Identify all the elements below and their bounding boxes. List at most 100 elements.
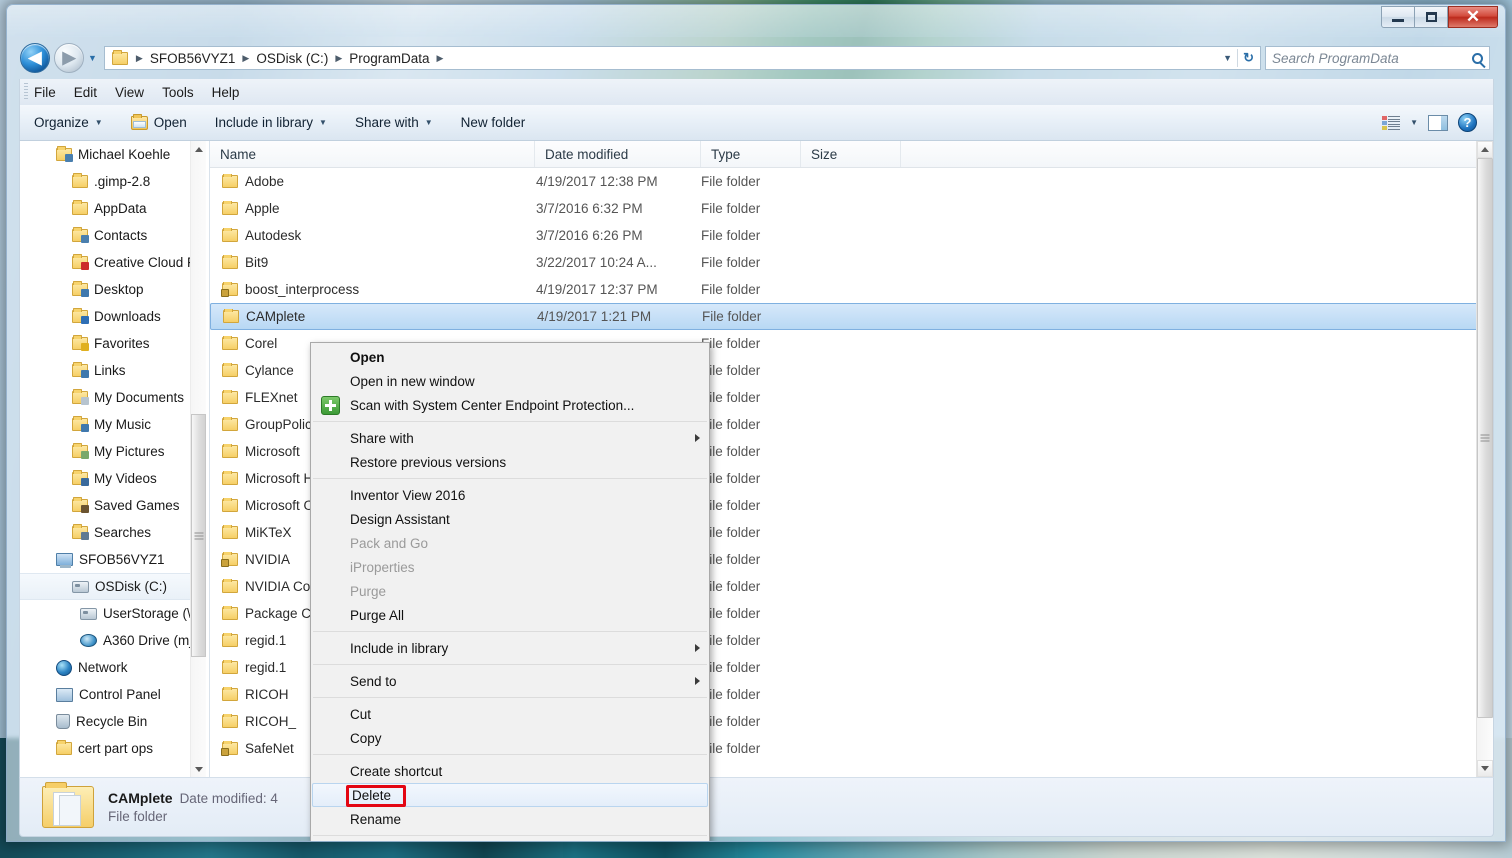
sidebar-item-osdisk-c[interactable]: OSDisk (C:) bbox=[20, 573, 206, 600]
file-type-cell: File folder bbox=[701, 336, 761, 351]
menu-tools[interactable]: Tools bbox=[162, 85, 194, 100]
sidebar-item-saved-games[interactable]: Saved Games bbox=[20, 492, 206, 519]
menu-item-label: Send to bbox=[350, 673, 397, 689]
file-type-cell: File folder bbox=[701, 498, 761, 513]
column-header-type[interactable]: Type bbox=[701, 141, 801, 167]
menu-item-share-with[interactable]: Share with bbox=[311, 426, 709, 450]
file-type-cell: File folder bbox=[701, 471, 761, 486]
table-row[interactable]: CAMplete 4/19/2017 1:21 PM File folder bbox=[210, 303, 1493, 330]
menu-item-send-to[interactable]: Send to bbox=[311, 669, 709, 693]
search-input[interactable]: Search ProgramData bbox=[1265, 46, 1490, 70]
minimize-button[interactable] bbox=[1381, 6, 1415, 28]
sidebar-item-downloads[interactable]: Downloads bbox=[20, 303, 206, 330]
navigation-scrollbar[interactable] bbox=[190, 141, 206, 777]
menu-item-rename[interactable]: Rename bbox=[311, 807, 709, 831]
sidebar-item-appdata[interactable]: AppData bbox=[20, 195, 206, 222]
breadcrumb-item-computer[interactable]: SFOB56VYZ1 bbox=[147, 51, 239, 66]
menu-item-open[interactable]: Open bbox=[311, 345, 709, 369]
recent-locations-caret-icon[interactable]: ▼ bbox=[88, 53, 97, 63]
sidebar-item-userstorage-s[interactable]: UserStorage (\\S bbox=[20, 600, 206, 627]
sidebar-item-contacts[interactable]: Contacts bbox=[20, 222, 206, 249]
file-type-cell: File folder bbox=[701, 741, 761, 756]
sidebar-item-cert-part-ops[interactable]: cert part ops bbox=[20, 735, 206, 762]
nav-scrollbar-thumb[interactable] bbox=[191, 414, 206, 657]
menu-separator bbox=[313, 664, 707, 665]
creative-cloud-folder-icon bbox=[72, 254, 89, 270]
menu-help[interactable]: Help bbox=[212, 85, 240, 100]
address-dropdown-icon[interactable]: ▼ bbox=[1223, 53, 1232, 63]
sidebar-item-a360-drive-mjk[interactable]: A360 Drive (mjk bbox=[20, 627, 206, 654]
scroll-down-icon[interactable] bbox=[1477, 760, 1493, 777]
forward-button[interactable]: ▶ bbox=[54, 43, 84, 73]
sidebar-item-label: AppData bbox=[94, 201, 147, 216]
sidebar-item-control-panel[interactable]: Control Panel bbox=[20, 681, 206, 708]
details-date-modified: Date modified: 4 bbox=[179, 791, 278, 806]
sidebar-item-my-music[interactable]: My Music bbox=[20, 411, 206, 438]
menu-item-pack-and-go: Pack and Go bbox=[311, 531, 709, 555]
column-header-size[interactable]: Size bbox=[801, 141, 901, 167]
menu-edit[interactable]: Edit bbox=[74, 85, 97, 100]
sidebar-item-gimp-2-8[interactable]: .gimp-2.8 bbox=[20, 168, 206, 195]
refresh-icon[interactable]: ↻ bbox=[1243, 50, 1254, 66]
sidebar-item-my-pictures[interactable]: My Pictures bbox=[20, 438, 206, 465]
menu-item-scan-with-system-center-endpoint-protection[interactable]: Scan with System Center Endpoint Protect… bbox=[311, 393, 709, 417]
sidebar-item-michael-koehle[interactable]: Michael Koehle bbox=[20, 141, 206, 168]
open-button[interactable]: Open bbox=[117, 105, 201, 140]
music-folder-icon bbox=[72, 416, 89, 432]
column-header-name[interactable]: Name bbox=[210, 141, 535, 167]
sidebar-item-network[interactable]: Network bbox=[20, 654, 206, 681]
close-button[interactable]: ✕ bbox=[1448, 6, 1498, 28]
file-list-scrollbar-thumb[interactable] bbox=[1477, 158, 1493, 718]
menu-item-delete[interactable]: Delete bbox=[312, 783, 708, 807]
breadcrumb-item-drive[interactable]: OSDisk (C:) bbox=[253, 51, 331, 66]
menu-item-inventor-view-2016[interactable]: Inventor View 2016 bbox=[311, 483, 709, 507]
nav-scroll-up-icon[interactable] bbox=[191, 141, 206, 157]
sidebar-item-favorites[interactable]: Favorites bbox=[20, 330, 206, 357]
menu-item-purge-all[interactable]: Purge All bbox=[311, 603, 709, 627]
sidebar-item-label: .gimp-2.8 bbox=[94, 174, 151, 189]
file-list-scrollbar[interactable] bbox=[1476, 141, 1493, 777]
column-header-date-modified[interactable]: Date modified bbox=[535, 141, 701, 167]
table-row[interactable]: Bit9 3/22/2017 10:24 A... File folder bbox=[210, 249, 1493, 276]
breadcrumb-item-programdata[interactable]: ProgramData bbox=[346, 51, 432, 66]
sidebar-item-my-videos[interactable]: My Videos bbox=[20, 465, 206, 492]
search-icon[interactable] bbox=[1472, 52, 1483, 64]
share-with-button[interactable]: Share with ▼ bbox=[341, 105, 447, 140]
menu-item-cut[interactable]: Cut bbox=[311, 702, 709, 726]
sidebar-item-creative-cloud-f[interactable]: Creative Cloud F bbox=[20, 249, 206, 276]
nav-scroll-down-icon[interactable] bbox=[191, 761, 206, 777]
folder-icon bbox=[222, 363, 238, 377]
menu-view[interactable]: View bbox=[115, 85, 144, 100]
sidebar-item-recycle-bin[interactable]: Recycle Bin bbox=[20, 708, 206, 735]
sidebar-item-my-documents[interactable]: My Documents bbox=[20, 384, 206, 411]
maximize-button[interactable] bbox=[1414, 6, 1448, 28]
menu-item-copy[interactable]: Copy bbox=[311, 726, 709, 750]
chevron-down-icon[interactable]: ▼ bbox=[1410, 118, 1418, 127]
sidebar-item-links[interactable]: Links bbox=[20, 357, 206, 384]
new-folder-button[interactable]: New folder bbox=[447, 105, 540, 140]
table-row[interactable]: boost_interprocess 4/19/2017 12:37 PM File… bbox=[210, 276, 1493, 303]
table-row[interactable]: Apple 3/7/2016 6:32 PM File folder bbox=[210, 195, 1493, 222]
change-view-icon[interactable] bbox=[1382, 115, 1401, 130]
breadcrumb[interactable]: ▶ SFOB56VYZ1 ▶ OSDisk (C:) ▶ ProgramData… bbox=[103, 46, 1261, 70]
table-row[interactable]: Autodesk 3/7/2016 6:26 PM File folder bbox=[210, 222, 1493, 249]
menu-file[interactable]: File bbox=[34, 85, 56, 100]
scroll-up-icon[interactable] bbox=[1477, 141, 1493, 158]
sidebar-item-sfob56vyz1[interactable]: SFOB56VYZ1 bbox=[20, 546, 206, 573]
sidebar-item-desktop[interactable]: Desktop bbox=[20, 276, 206, 303]
menu-item-design-assistant[interactable]: Design Assistant bbox=[311, 507, 709, 531]
menu-item-properties[interactable]: Properties bbox=[311, 840, 709, 841]
sidebar-item-searches[interactable]: Searches bbox=[20, 519, 206, 546]
menu-item-create-shortcut[interactable]: Create shortcut bbox=[311, 759, 709, 783]
new-folder-label: New folder bbox=[460, 115, 526, 130]
include-in-library-button[interactable]: Include in library ▼ bbox=[201, 105, 341, 140]
menu-item-open-in-new-window[interactable]: Open in new window bbox=[311, 369, 709, 393]
table-row[interactable]: Adobe 4/19/2017 12:38 PM File folder bbox=[210, 168, 1493, 195]
menu-item-label: Inventor View 2016 bbox=[350, 487, 466, 503]
preview-pane-icon[interactable] bbox=[1428, 114, 1448, 131]
organize-button[interactable]: Organize ▼ bbox=[20, 105, 117, 140]
menu-item-include-in-library[interactable]: Include in library bbox=[311, 636, 709, 660]
back-button[interactable]: ◀ bbox=[20, 43, 50, 73]
menu-item-restore-previous-versions[interactable]: Restore previous versions bbox=[311, 450, 709, 474]
help-icon[interactable]: ? bbox=[1458, 113, 1477, 132]
